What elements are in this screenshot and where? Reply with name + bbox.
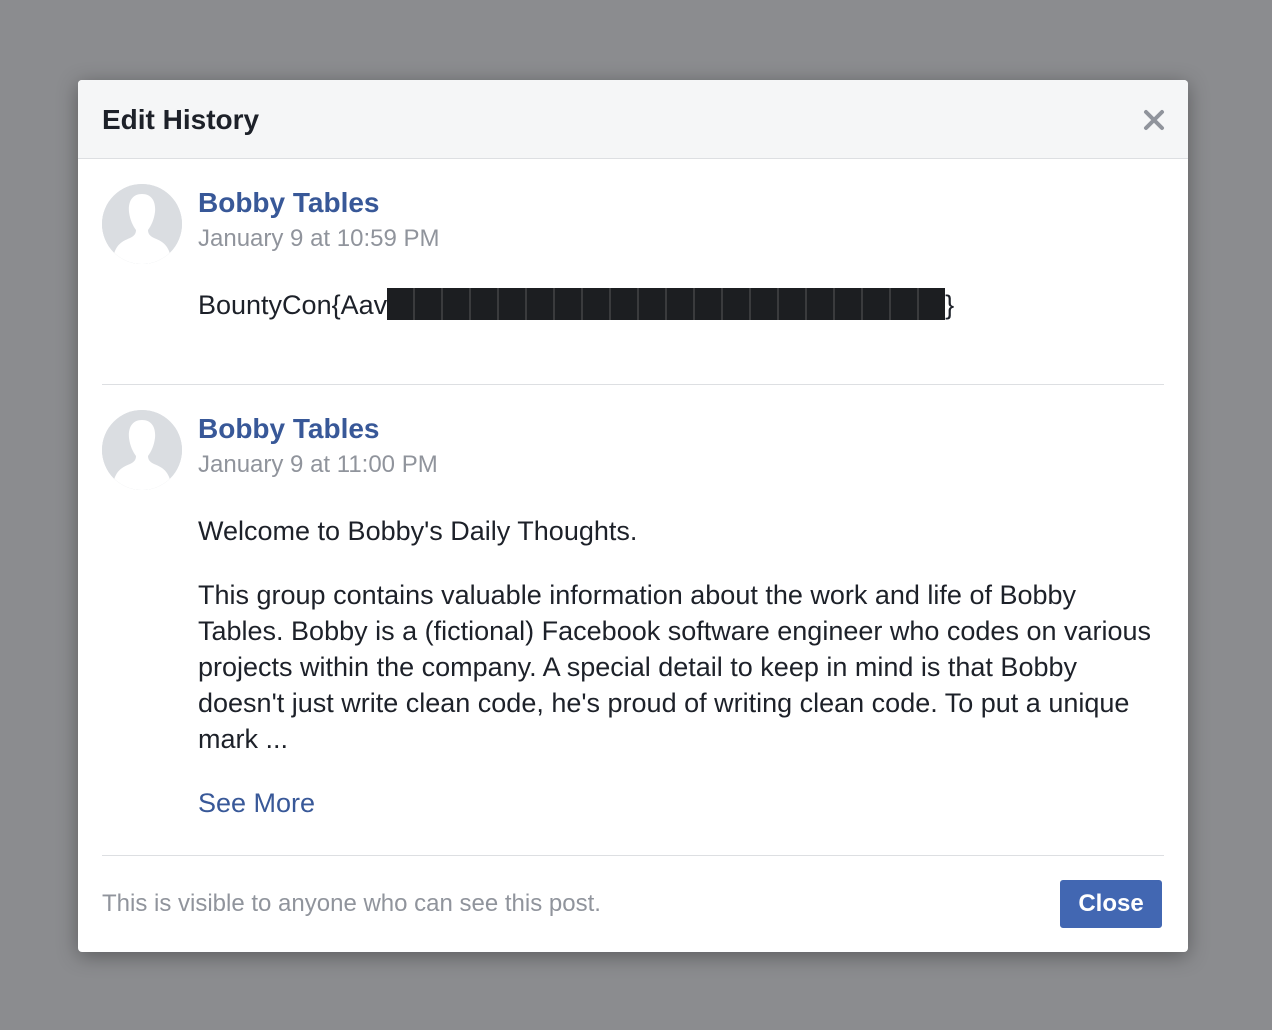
post-paragraph: Welcome to Bobby's Daily Thoughts. xyxy=(198,516,638,546)
dialog-header: Edit History xyxy=(78,80,1188,159)
author-name-link[interactable]: Bobby Tables xyxy=(198,413,380,445)
dialog-footer: This is visible to anyone who can see th… xyxy=(102,856,1164,952)
close-icon[interactable] xyxy=(1142,108,1166,132)
post-content: BountyCon{Aav} xyxy=(198,287,1164,323)
post-content: Welcome to Bobby's Daily Thoughts. This … xyxy=(198,513,1164,821)
default-avatar-icon[interactable] xyxy=(102,184,182,264)
flag-text-prefix: BountyCon{Aav xyxy=(198,290,388,320)
visibility-notice: This is visible to anyone who can see th… xyxy=(102,890,601,917)
default-avatar-icon[interactable] xyxy=(102,410,182,490)
edit-history-dialog: Edit History Bobby Tables January 9 at 1… xyxy=(78,80,1188,952)
history-entry: Bobby Tables January 9 at 10:59 PM Bount… xyxy=(102,159,1164,385)
post-paragraph: This group contains valuable information… xyxy=(198,580,1152,754)
timestamp: January 9 at 11:00 PM xyxy=(198,451,438,478)
redaction-block xyxy=(387,288,946,320)
history-entry: Bobby Tables January 9 at 11:00 PM Welco… xyxy=(102,385,1164,856)
dialog-title: Edit History xyxy=(102,104,260,135)
timestamp: January 9 at 10:59 PM xyxy=(198,225,440,252)
close-button[interactable]: Close xyxy=(1060,880,1162,928)
dialog-body: Bobby Tables January 9 at 10:59 PM Bount… xyxy=(78,159,1188,952)
see-more-link[interactable]: See More xyxy=(198,785,315,821)
flag-text-suffix: } xyxy=(945,290,955,320)
author-name-link[interactable]: Bobby Tables xyxy=(198,187,380,219)
